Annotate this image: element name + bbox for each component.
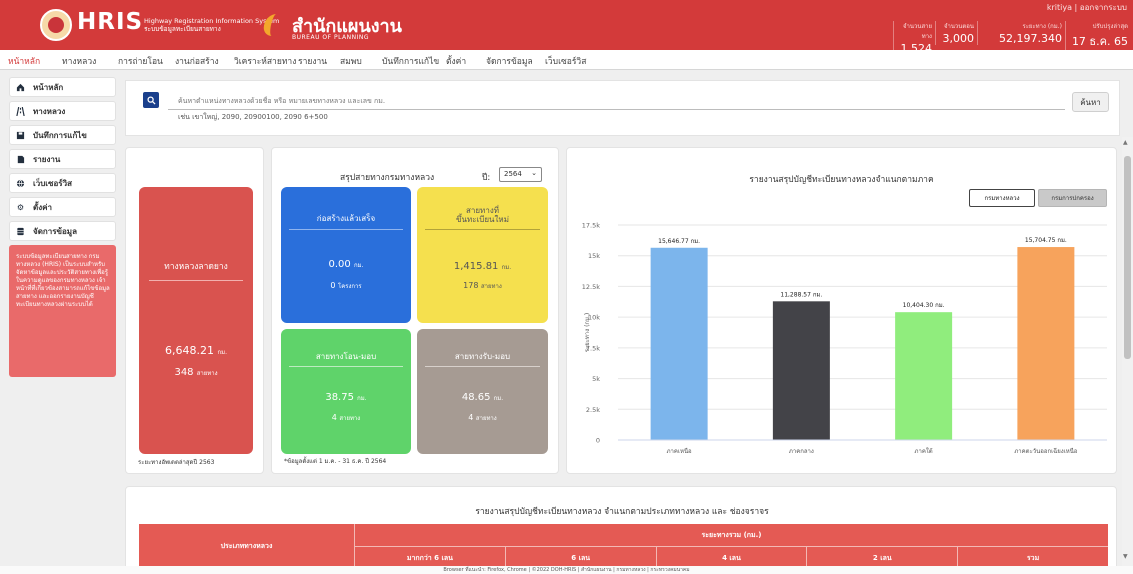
- y-tick-label: 17.5k: [582, 222, 600, 230]
- bar-data-label: 15,704.75 กม.: [1025, 237, 1067, 244]
- sidebar-info-text: ระบบข้อมูลทะเบียนสายทาง กรมทางหลวง (HRIS…: [9, 245, 116, 377]
- paved-highway-box: ทางหลวงลาดยาง 6,648.21 กม. 348 สายทาง: [139, 187, 253, 454]
- sidebar-item-home[interactable]: หน้าหลัก: [9, 77, 116, 97]
- search-icon[interactable]: [143, 92, 159, 108]
- nav-data-management[interactable]: จัดการข้อมูล: [486, 54, 533, 68]
- sidebar-item-report[interactable]: รายงาน: [9, 149, 116, 169]
- nav-analysis[interactable]: วิเคราะห์สายทาง: [234, 54, 296, 68]
- x-tick-label: ภาคเหนือ: [667, 447, 692, 455]
- road-icon: [16, 106, 25, 116]
- sidebar-item-highway[interactable]: ทางหลวง: [9, 101, 116, 121]
- nav-edit-log[interactable]: บันทึกการแก้ไข: [382, 54, 439, 68]
- page-scrollbar[interactable]: ▲ ▼: [1122, 137, 1133, 574]
- bar-data-label: 11,288.57 กม.: [780, 291, 822, 298]
- table-header-distance: ระยะทางรวม (กม.): [355, 524, 1108, 547]
- table-subheader: 6 เลน: [506, 547, 657, 568]
- table-subheader: 4 เลน: [657, 547, 808, 568]
- bar-1: [772, 301, 830, 440]
- home-icon: [16, 83, 25, 92]
- search-panel: เช่น เขาใหญ่, 2090, 20900100, 2090 6+500…: [125, 80, 1120, 136]
- paved-highway-title: ทางหลวงลาดยาง: [149, 259, 243, 281]
- paved-highway-km: 6,648.21 กม.: [165, 344, 227, 357]
- x-tick-label: ภาคกลาง: [789, 448, 814, 455]
- chevron-down-icon: ⌄: [531, 169, 537, 177]
- gear-icon: ⚙: [16, 202, 25, 212]
- year-label: ปี:: [482, 173, 491, 183]
- table-subheader: มากกว่า 6 เลน: [355, 547, 506, 568]
- bar-data-label: 15,646.77 กม.: [658, 238, 700, 245]
- transfer-out-box: สายทางโอน-มอบ 38.75 กม. 4 สายทาง: [281, 329, 411, 454]
- tab-dopa[interactable]: กรมการปกครอง: [1038, 189, 1107, 207]
- bureau-name-en: BUREAU OF PLANNING: [292, 34, 370, 41]
- table-subheader: รวม: [1026, 554, 1040, 562]
- stat-section-count: จำนวนตอน 3,000: [935, 21, 977, 45]
- scrollbar-thumb[interactable]: [1124, 156, 1131, 359]
- y-axis-label: ระยะทาง (กม.): [584, 313, 591, 353]
- transfer-in-box: สายทางรับ-มอบ 48.65 กม. 4 สายทาง: [417, 329, 548, 454]
- completed-construction-box: ก่อสร้างแล้วเสร็จ 0.00 กม. 0 โครงการ: [281, 187, 411, 323]
- search-hint: เช่น เขาใหญ่, 2090, 20900100, 2090 6+500: [178, 113, 328, 121]
- nav-home[interactable]: หน้าหลัก: [8, 54, 40, 68]
- x-tick-label: ภาคตะวันออกเฉียงเหนือ: [1014, 447, 1077, 455]
- table-subheader-row: มากกว่า 6 เลน 6 เลน 4 เลน 2 เลน รวม: [355, 547, 1108, 568]
- bar-3: [1017, 247, 1075, 440]
- sidebar-item-edit-log[interactable]: บันทึกการแก้ไข: [9, 125, 116, 145]
- table-subheader: 2 เลน: [807, 547, 959, 568]
- x-tick-label: ภาคใต้: [915, 447, 933, 455]
- globe-icon: [16, 179, 25, 188]
- top-nav: หน้าหลัก ทางหลวง การถ่ายโอน งานก่อสร้าง …: [0, 50, 1133, 70]
- y-tick-label: 0: [596, 437, 600, 445]
- nav-transfer[interactable]: การถ่ายโอน: [118, 54, 163, 68]
- sidebar: หน้าหลัก ทางหลวง บันทึกการแก้ไข รายงาน เ…: [9, 77, 116, 377]
- scroll-up-icon[interactable]: ▲: [1123, 139, 1128, 146]
- sidebar-item-web-service[interactable]: เว็บเซอร์วิส: [9, 173, 116, 193]
- stat-total-distance: ระยะทาง (กม.) 52,197.340: [977, 21, 1065, 45]
- bar-data-label: 10,404.30 กม.: [903, 302, 945, 309]
- chart-title: รายงานสรุปบัญชีทะเบียนทางหลวงจำแนกตามภาค: [749, 175, 934, 185]
- year-select[interactable]: 2564 ⌄: [499, 167, 542, 182]
- database-icon: [16, 227, 25, 236]
- y-tick-label: 5k: [592, 375, 600, 383]
- paved-highway-count: 348 สายทาง: [174, 367, 218, 378]
- nav-report[interactable]: รายงาน: [298, 54, 327, 68]
- nav-construction[interactable]: งานก่อสร้าง: [175, 54, 219, 68]
- bar-2: [895, 312, 953, 440]
- y-tick-label: 12.5k: [582, 283, 600, 291]
- lane-report-title: รายงานสรุปบัญชีทะเบียนทางหลวง จำแนกตามปร…: [475, 507, 769, 517]
- app-logo-subtitle: Highway Registration Information System …: [144, 17, 280, 33]
- user-logout-link[interactable]: kritiya | ออกจากระบบ: [1047, 1, 1127, 14]
- y-tick-label: 2.5k: [586, 406, 600, 414]
- report-icon: [16, 155, 25, 164]
- new-registration-box: สายทางที่ ขึ้นทะเบียนใหม่ 1,415.81 กม. 1…: [417, 187, 548, 323]
- sidebar-item-settings[interactable]: ⚙ ตั้งค่า: [9, 197, 116, 217]
- scroll-down-icon[interactable]: ▼: [1123, 553, 1128, 560]
- paved-highway-note: ระยะทางอัพเดตล่าสุดปี 2563: [138, 459, 215, 466]
- nav-settings[interactable]: ตั้งค่า: [446, 54, 466, 68]
- bar-0: [650, 247, 708, 440]
- nav-web-service[interactable]: เว็บเซอร์วิส: [545, 54, 586, 68]
- summary-note: *ข้อมูลตั้งแต่ 1 ม.ค. - 31 ธ.ค. ปี 2564: [284, 458, 387, 465]
- doh-logo-icon: [40, 9, 72, 41]
- sidebar-item-data-management[interactable]: จัดการข้อมูล: [9, 221, 116, 241]
- stat-last-updated: ปรับปรุงล่าสุด 17 ธ.ค. 65: [1065, 21, 1131, 50]
- page-footer: Browser ที่แนะนำ: Firefox, Chrome | ©202…: [0, 566, 1133, 574]
- y-tick-label: 15k: [588, 252, 600, 260]
- lane-report-card: รายงานสรุปบัญชีทะเบียนทางหลวง จำแนกตามปร…: [125, 486, 1117, 574]
- summary-title: สรุปสายทางกรมทางหลวง: [340, 173, 435, 183]
- save-icon: [16, 131, 25, 140]
- table-header-type: ประเภททางหลวง: [139, 524, 355, 568]
- app-logo-text: HRIS: [77, 9, 144, 35]
- search-input[interactable]: [168, 92, 1065, 110]
- nav-smpb[interactable]: สมพบ: [340, 54, 362, 68]
- nav-highway[interactable]: ทางหลวง: [62, 54, 96, 68]
- search-button[interactable]: ค้นหา: [1072, 92, 1109, 112]
- region-bar-chart: 02.5k5k7.5k10k12.5k15k17.5kระยะทาง (กม.)…: [582, 222, 1107, 455]
- tab-doh[interactable]: กรมทางหลวง: [969, 189, 1035, 207]
- app-header: HRIS Highway Registration Information Sy…: [0, 0, 1133, 55]
